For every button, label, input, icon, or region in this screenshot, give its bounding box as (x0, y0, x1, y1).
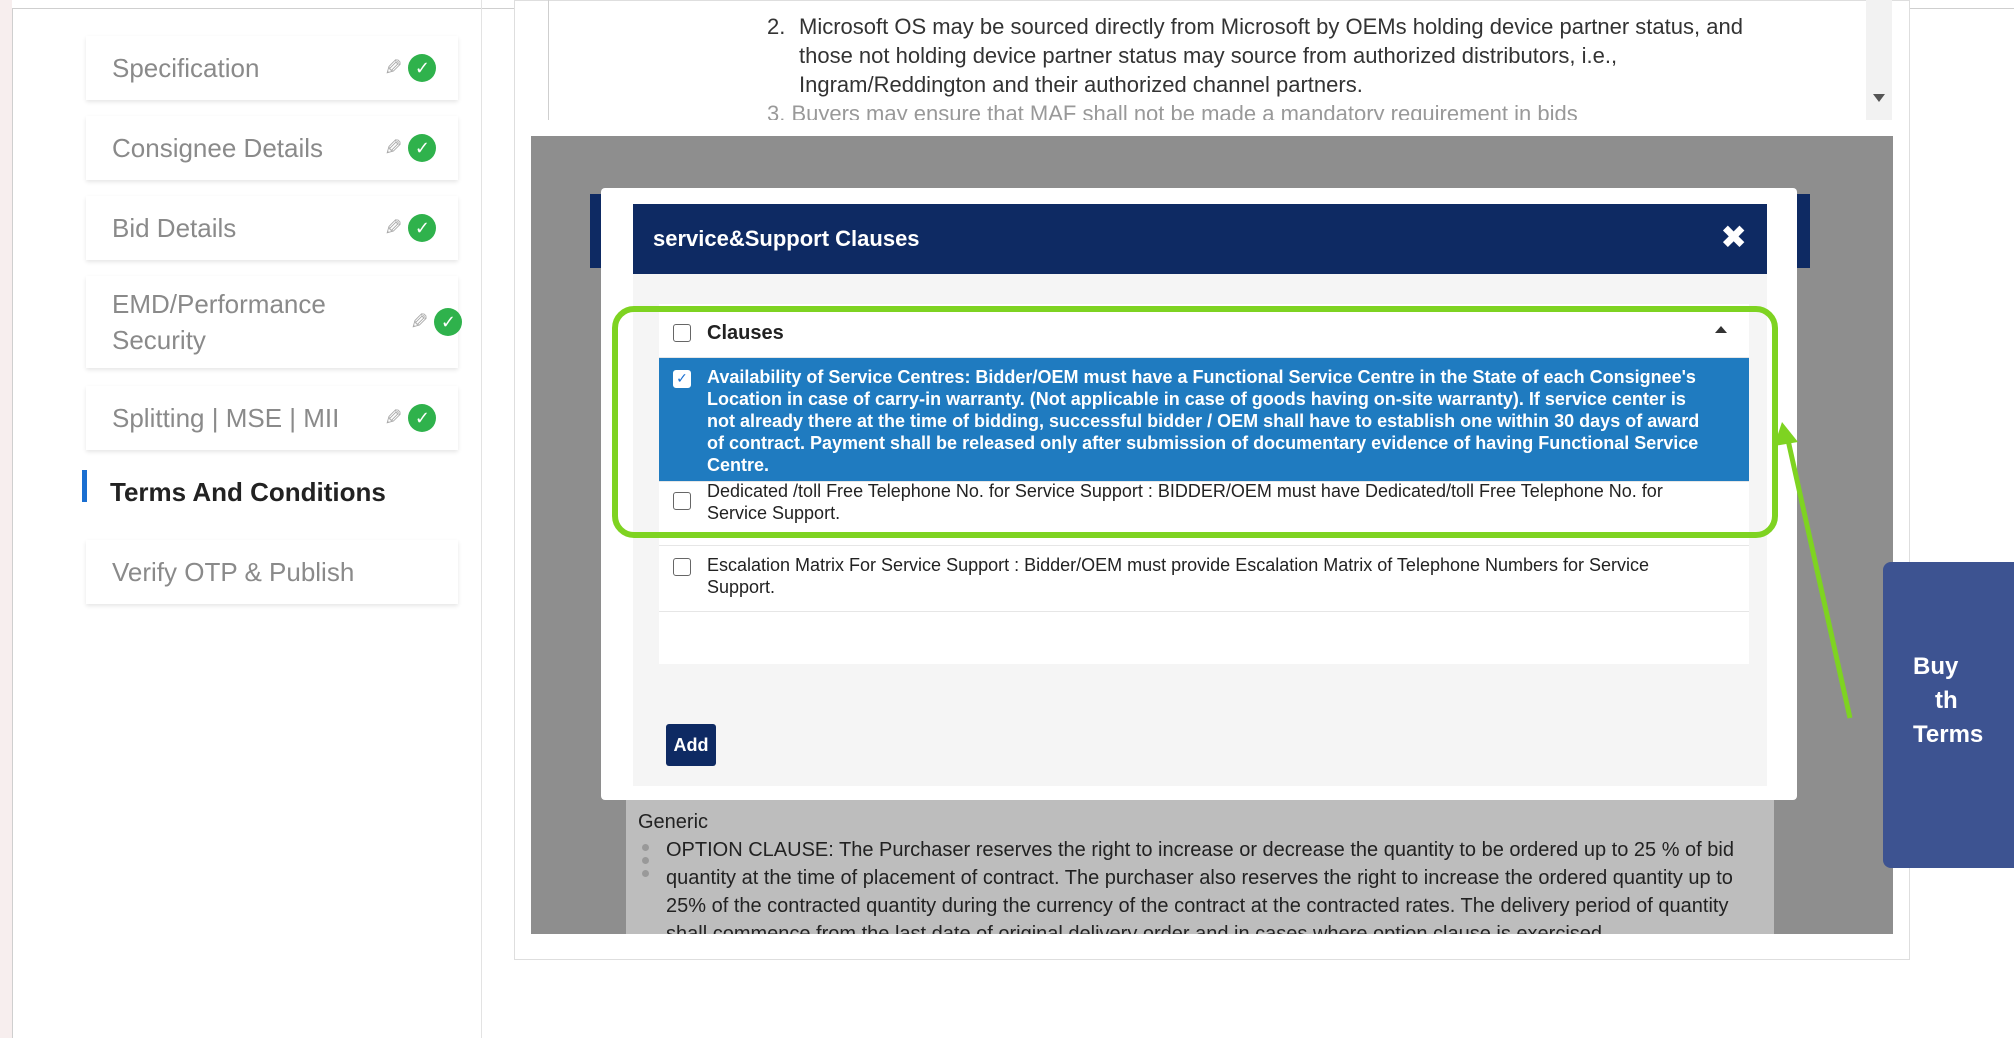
pencil-icon[interactable]: ✎ (384, 215, 402, 241)
terms-text: 2. Microsoft OS may be sourced directly … (767, 12, 1819, 120)
select-all-checkbox[interactable] (673, 324, 691, 342)
clause-checkbox[interactable]: ✓ (673, 370, 691, 388)
terms-text-box: 2. Microsoft OS may be sourced directly … (548, 0, 1878, 120)
scroll-down-arrow-icon[interactable] (1873, 94, 1885, 102)
callout-line: Terms (1913, 721, 1984, 748)
add-button[interactable]: Add (666, 724, 716, 766)
sidebar-item-label: EMD/Performance Security (112, 289, 326, 355)
generic-clause-text: OPTION CLAUSE: The Purchaser reserves th… (666, 839, 1734, 934)
close-icon[interactable]: ✖ (1720, 218, 1747, 256)
sidebar-item-specification[interactable]: Specification ✎ ✓ (86, 36, 458, 100)
active-indicator (82, 470, 87, 502)
pencil-icon[interactable]: ✎ (410, 309, 428, 335)
sidebar-item-verify-otp-publish[interactable]: Verify OTP & Publish (86, 540, 458, 604)
clause-row[interactable]: Escalation Matrix For Service Support : … (659, 546, 1749, 612)
check-circle-icon: ✓ (434, 308, 463, 336)
pencil-icon[interactable]: ✎ (384, 405, 402, 431)
sidebar-item-consignee-details[interactable]: Consignee Details ✎ ✓ (86, 116, 458, 180)
clauses-list: Clauses ✓ Availability of Service Centre… (659, 304, 1749, 664)
left-edge-strip (0, 0, 12, 1038)
check-circle-icon: ✓ (408, 134, 437, 162)
list-number: 2. (767, 14, 786, 39)
section-title: Generic (638, 811, 709, 833)
sidebar-item-label: Terms And Conditions (110, 477, 386, 507)
terms-line: those not holding device partner status … (799, 43, 1618, 68)
clauses-header-label: Clauses (707, 322, 784, 344)
terms-line: Microsoft OS may be sourced directly fro… (799, 14, 1743, 39)
generic-terms-section: Generic OPTION CLAUSE: The Purchaser res… (626, 800, 1774, 934)
sidebar-item-emd-performance-security[interactable]: EMD/Performance Security ✎ ✓ (86, 276, 463, 368)
sidebar-divider (481, 0, 482, 1038)
clause-row[interactable]: Dedicated /toll Free Telephone No. for S… (659, 481, 1749, 546)
sidebar-item-label: Bid Details (112, 213, 237, 243)
modal-content: service&Support Clauses ✖ Clauses ✓ Avai… (633, 204, 1767, 786)
pencil-icon[interactable]: ✎ (384, 55, 402, 81)
sidebar-item-label: Verify OTP & Publish (112, 557, 355, 587)
terms-line-cut: 3. Buyers may ensure that MAF shall not … (767, 101, 1578, 120)
terms-line: Ingram/Reddington and their authorized c… (799, 72, 1363, 97)
drag-handle-icon[interactable] (642, 844, 650, 883)
modal-header: service&Support Clauses ✖ (633, 204, 1767, 274)
sidebar-item-bid-details[interactable]: Bid Details ✎ ✓ (86, 196, 458, 260)
sidebar-item-label: Splitting | MSE | MII (112, 403, 340, 433)
sidebar-item-splitting-mse-mii[interactable]: Splitting | MSE | MII ✎ ✓ (86, 386, 458, 450)
clause-row[interactable]: ✓ Availability of Service Centres: Bidde… (659, 358, 1749, 482)
sidebar-item-label: Specification (112, 53, 260, 83)
sidebar-item-label: Consignee Details (112, 133, 324, 163)
modal-title: service&Support Clauses (653, 226, 920, 251)
clause-text: Availability of Service Centres: Bidder/… (707, 367, 1700, 475)
clauses-modal: service&Support Clauses ✖ Clauses ✓ Avai… (601, 188, 1797, 800)
clause-text: Escalation Matrix For Service Support : … (707, 555, 1650, 597)
tutorial-callout: Buy th Terms (1883, 562, 2014, 868)
check-circle-icon: ✓ (408, 54, 437, 82)
check-circle-icon: ✓ (408, 214, 437, 242)
callout-line: th (1935, 687, 1958, 714)
clause-checkbox[interactable] (673, 558, 691, 576)
clauses-header-row: Clauses (659, 304, 1749, 358)
scrollbar[interactable] (1866, 0, 1892, 120)
clause-checkbox[interactable] (673, 492, 691, 510)
pencil-icon[interactable]: ✎ (384, 135, 402, 161)
check-circle-icon: ✓ (408, 404, 437, 432)
scroll-up-arrow-icon[interactable] (1715, 326, 1727, 333)
sidebar-item-terms-and-conditions[interactable]: Terms And Conditions (82, 470, 456, 514)
callout-line: Buy (1913, 653, 1959, 680)
clause-text: Dedicated /toll Free Telephone No. for S… (707, 481, 1663, 523)
